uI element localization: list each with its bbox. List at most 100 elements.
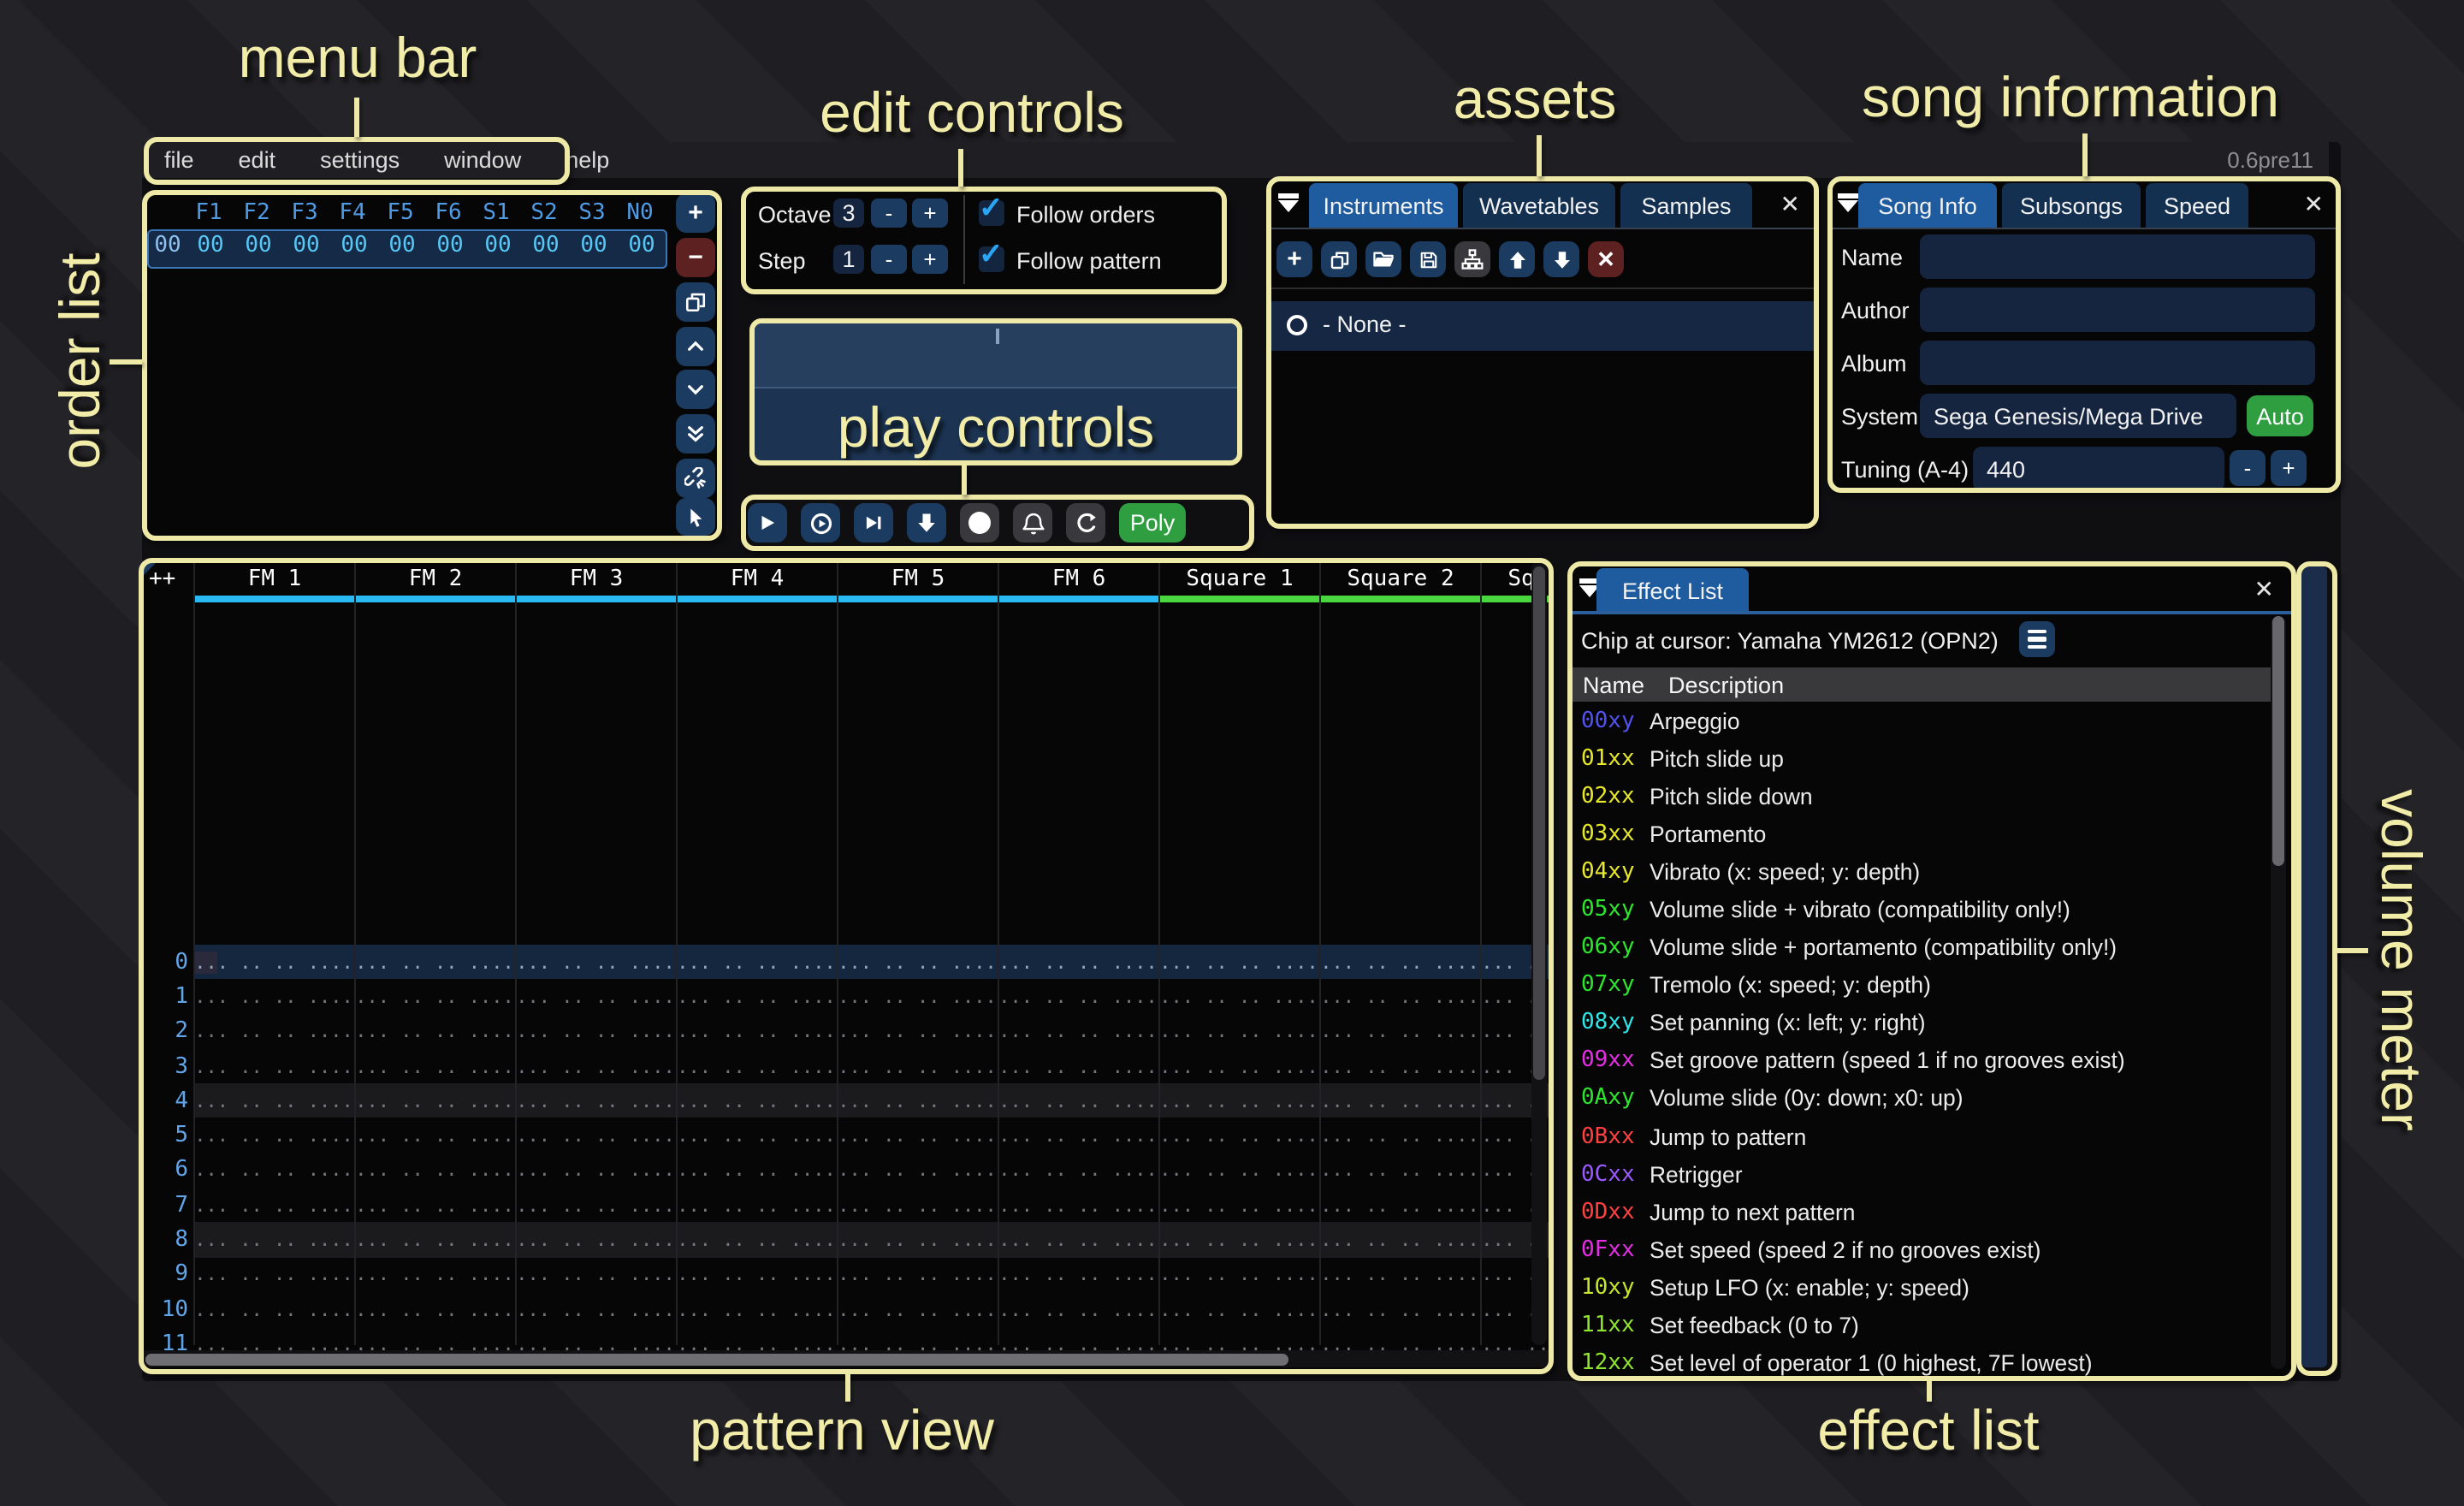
pattern-cell[interactable]: ... .. .. .... [354,1090,515,1112]
name-field[interactable] [1920,234,2315,279]
pattern-cell[interactable]: ... .. .. .... [676,1055,837,1077]
asset-folder-tree-button[interactable] [1454,241,1490,277]
author-field[interactable] [1920,288,2315,332]
record-button[interactable] [960,503,999,543]
order-duplicate-end-button[interactable] [676,414,715,454]
play-from-cursor-button[interactable] [801,503,840,543]
pattern-cell[interactable]: ... .. .. .... [515,1124,676,1147]
pattern-cell[interactable]: ... .. .. .... [837,1298,998,1320]
menu-help[interactable]: help [543,147,631,173]
order-cell[interactable]: 00 [234,233,282,258]
step-value[interactable]: 1 [833,245,864,274]
pattern-cell[interactable]: ... .. .. .... [515,986,676,1008]
pattern-cell[interactable]: ... .. .. .... [998,1124,1158,1147]
pattern-cell[interactable]: ... .. .. .... [1158,986,1319,1008]
pattern-row[interactable]: 1 ... .. .. .... ... .. .. .... ... .. .… [142,980,1549,1015]
pattern-cell[interactable]: ... .. .. .... [1158,1020,1319,1042]
pattern-cell[interactable]: ... .. .. .... [515,1298,676,1320]
tab-samples[interactable]: Samples [1620,183,1752,228]
pattern-horizontal-scrollbar[interactable] [142,1350,1549,1367]
pattern-cell[interactable]: ... .. .. .... [193,1159,354,1182]
pattern-cell[interactable]: ... .. .. .... [515,1090,676,1112]
follow-pattern-checkbox[interactable]: ✓ [979,246,1004,272]
order-cell[interactable]: 00 [570,233,618,258]
pattern-cell[interactable]: ... .. .. .... [676,1020,837,1042]
order-deep-clone-button[interactable] [676,459,715,498]
pattern-corner-button[interactable]: ++ [149,566,175,592]
asset-open-button[interactable] [1365,241,1401,277]
step-increase-button[interactable]: + [912,245,948,274]
pattern-vertical-scrollbar[interactable] [1531,561,1547,1345]
pattern-cell[interactable]: ... .. .. .... [837,1159,998,1182]
pattern-cell[interactable]: ... .. .. .... [354,1229,515,1251]
pattern-cell[interactable]: ... .. .. .... [676,1090,837,1112]
channel-name[interactable]: Square 1 [1160,566,1319,592]
pattern-cell[interactable]: ... .. .. .... [515,1264,676,1286]
channel-name[interactable]: FM 5 [838,566,998,592]
pattern-cell[interactable]: ... .. .. .... [676,1264,837,1286]
order-cell[interactable]: 00 [282,233,330,258]
pattern-cell[interactable]: ... .. .. .... [1319,1124,1480,1147]
pattern-cell[interactable]: ... .. .. .... [1158,1159,1319,1182]
pattern-cell[interactable]: ... .. .. .... [1158,1055,1319,1077]
pattern-row[interactable]: 4 ... .. .. .... ... .. .. .... ... .. .… [142,1083,1549,1118]
tab-instruments[interactable]: Instruments [1309,183,1458,228]
pattern-row[interactable]: 7 ... .. .. .... ... .. .. .... ... .. .… [142,1188,1549,1223]
pattern-cell[interactable]: ... .. .. .... [837,1124,998,1147]
follow-orders-checkbox[interactable]: ✓ [979,200,1004,226]
pattern-cell[interactable]: ... .. .. .... [1319,1090,1480,1112]
repeat-pattern-button[interactable] [1066,503,1105,543]
pattern-cell[interactable]: ... .. .. .... [998,986,1158,1008]
pattern-cell[interactable]: ... .. .. .... [193,1194,354,1216]
pattern-cell[interactable]: ... .. .. .... [837,1264,998,1286]
order-cell[interactable]: 00 [187,233,234,258]
pattern-cell[interactable]: ... .. .. .... [676,1124,837,1147]
pattern-cell[interactable]: ... .. .. .... [354,1298,515,1320]
pattern-cell[interactable]: ... .. .. .... [998,1194,1158,1216]
pattern-cell[interactable]: ... .. .. .... [193,1020,354,1042]
effect-list-scrollbar[interactable] [2271,616,2286,1369]
pattern-cell[interactable]: ... .. .. .... [1319,1194,1480,1216]
pattern-row[interactable]: 8 ... .. .. .... ... .. .. .... ... .. .… [142,1223,1549,1258]
close-icon[interactable]: ✕ [2254,575,2274,604]
effect-list-menu-button[interactable] [2019,621,2055,657]
scrollbar-thumb[interactable] [2272,616,2284,866]
channel-name[interactable]: FM 6 [999,566,1158,592]
pattern-cell[interactable]: ... .. .. .... [193,1124,354,1147]
collapse-icon[interactable] [1278,193,1299,212]
pattern-cell[interactable]: ... .. .. .... [515,1055,676,1077]
pattern-cell[interactable]: ... .. .. .... [1319,1264,1480,1286]
order-cell[interactable]: 00 [330,233,378,258]
channel-name[interactable]: FM 2 [356,566,515,592]
pattern-cell[interactable]: ... .. .. .... [998,1159,1158,1182]
pattern-cell[interactable]: ... .. .. .... [1158,1124,1319,1147]
pattern-cell[interactable]: ... .. .. .... [676,1194,837,1216]
menu-edit[interactable]: edit [216,147,299,173]
channel-name[interactable]: FM 4 [678,566,837,592]
asset-add-button[interactable]: + [1276,241,1312,277]
close-icon[interactable]: ✕ [2304,190,2324,219]
tab-song-info[interactable]: Song Info [1858,183,1997,228]
close-icon[interactable]: ✕ [1780,190,1800,219]
pattern-row[interactable]: 0 ... .. .. .... ... .. .. .... ... .. .… [142,945,1549,980]
asset-move-up-button[interactable] [1499,241,1535,277]
channel-name[interactable]: FM 1 [195,566,354,592]
asset-save-button[interactable] [1410,241,1446,277]
pattern-cell[interactable]: ... .. .. .... [515,1194,676,1216]
pattern-cell[interactable]: ... .. .. .... [837,986,998,1008]
scrollbar-thumb[interactable] [1533,566,1545,1080]
step-play-button[interactable] [854,503,893,543]
scrollbar-thumb[interactable] [145,1353,1288,1365]
pattern-row[interactable]: 10 ... .. .. .... ... .. .. .... ... .. … [142,1292,1549,1327]
step-decrease-button[interactable]: - [871,245,907,274]
pattern-cell[interactable]: ... .. .. .... [193,1264,354,1286]
pattern-row[interactable]: 9 ... .. .. .... ... .. .. .... ... .. .… [142,1257,1549,1292]
pattern-cell[interactable]: ... .. .. .... [1158,951,1319,973]
asset-move-down-button[interactable] [1543,241,1579,277]
pattern-cell[interactable]: ... .. .. .... [1158,1264,1319,1286]
pattern-cell[interactable]: ... .. .. .... [1319,951,1480,973]
pattern-cell[interactable]: ... .. .. .... [515,951,676,973]
tuning-decrease-button[interactable]: - [2230,450,2266,486]
pattern-cell[interactable]: ... .. .. .... [1319,1159,1480,1182]
pattern-cell[interactable]: ... .. .. .... [354,1055,515,1077]
